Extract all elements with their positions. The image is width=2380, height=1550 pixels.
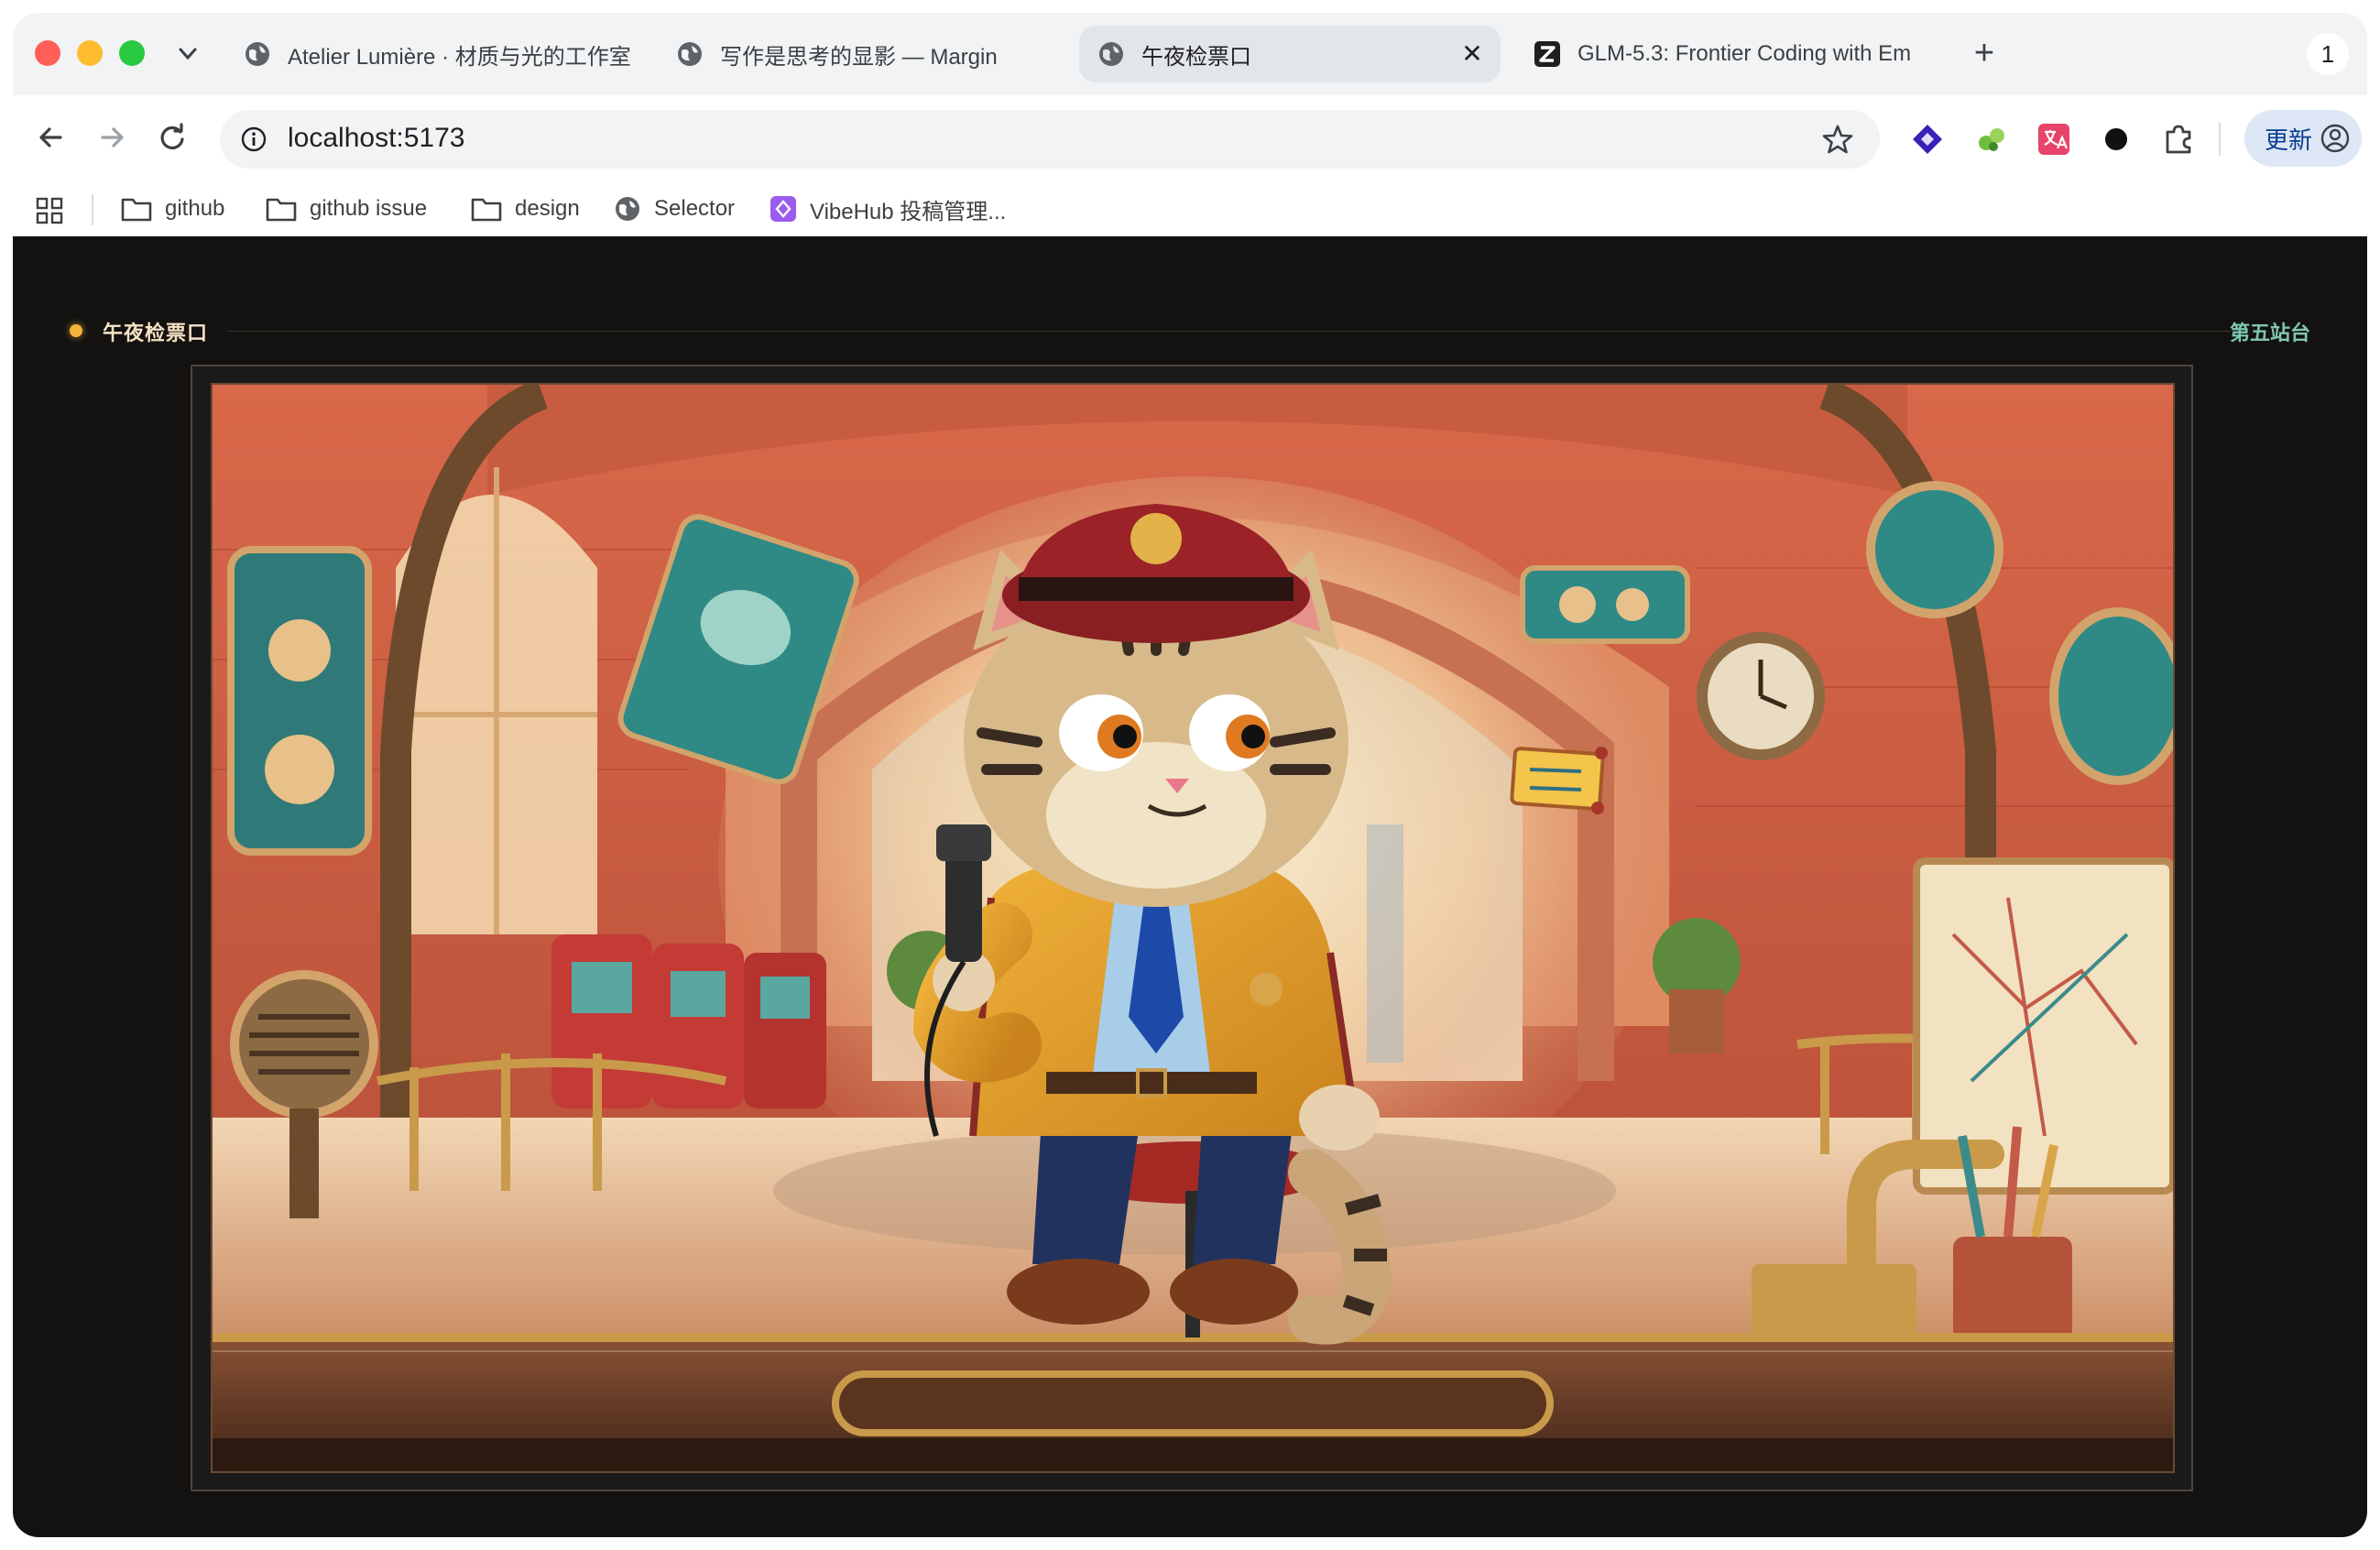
page-viewport: 午夜检票口 第五站台 xyxy=(13,236,2367,1537)
bookmarks-bar: github github issue design Selector Vibe… xyxy=(13,183,2367,236)
bookmark-design[interactable]: design xyxy=(471,189,580,229)
bookmark-star-icon[interactable] xyxy=(1821,123,1854,156)
page-title: 午夜检票口 xyxy=(103,322,209,344)
back-arrow-icon[interactable] xyxy=(31,117,71,158)
url-text[interactable]: localhost:5173 xyxy=(288,123,464,154)
browser-window: Atelier Lumière · 材质与光的工作室 写作是思考的显影 — Ma… xyxy=(13,13,2367,1537)
toolbar-divider xyxy=(2219,123,2221,156)
z-logo-icon xyxy=(1534,41,1560,67)
reload-icon[interactable] xyxy=(152,117,192,158)
globe-icon xyxy=(616,197,639,221)
scene-frame xyxy=(191,365,2193,1491)
update-label: 更新 xyxy=(2265,126,2313,154)
bookmark-vibehub[interactable]: VibeHub 投稿管理... xyxy=(770,189,1006,229)
tab-title: Atelier Lumière · 材质与光的工作室 xyxy=(288,44,631,70)
tab-title: 写作是思考的显影 — Margin xyxy=(720,44,998,70)
tab-count-badge[interactable]: 1 xyxy=(2307,33,2349,75)
bookmark-label: design xyxy=(515,196,580,221)
header-divider xyxy=(227,331,2232,332)
tab-title: 午夜检票口 xyxy=(1141,44,1251,70)
update-button[interactable]: 更新 xyxy=(2244,110,2362,167)
chevron-down-icon[interactable] xyxy=(174,42,202,66)
vibehub-icon xyxy=(770,196,796,222)
tab-midnight-gate[interactable]: 午夜检票口 ✕ xyxy=(1079,26,1501,82)
tab-title: GLM-5.3: Frontier Coding with Em xyxy=(1578,41,1912,66)
bookmark-label: github issue xyxy=(310,196,428,221)
extensions-puzzle-icon[interactable] xyxy=(2160,121,2197,158)
station-label: 第五站台 xyxy=(2229,322,2310,344)
status-dot-icon xyxy=(70,324,82,337)
globe-icon xyxy=(1099,42,1123,66)
counter-edge-line xyxy=(213,1350,2173,1352)
bookmark-github-issue[interactable]: github issue xyxy=(266,189,427,229)
forward-arrow-icon[interactable] xyxy=(92,117,132,158)
globe-icon xyxy=(246,42,269,66)
translate-extension-icon[interactable] xyxy=(2036,121,2072,158)
tab-glm[interactable]: GLM-5.3: Frontier Coding with Em xyxy=(1515,26,1946,82)
puzzle-green-extension-icon[interactable] xyxy=(1973,121,2010,158)
bookmark-label: Selector xyxy=(654,196,736,221)
maximize-window-button[interactable] xyxy=(119,40,145,66)
ticket-icon xyxy=(1510,747,1608,814)
scene-illustration xyxy=(211,383,2175,1473)
bookmark-github[interactable]: github xyxy=(121,189,224,229)
address-bar[interactable]: localhost:5173 xyxy=(220,110,1880,169)
bookmark-label: VibeHub 投稿管理... xyxy=(810,199,1007,224)
minimize-window-button[interactable] xyxy=(77,40,103,66)
site-info-icon[interactable] xyxy=(240,126,267,153)
profile-avatar-icon xyxy=(2320,124,2350,153)
new-tab-button[interactable]: + xyxy=(1964,35,2004,75)
dark-circle-extension-icon[interactable] xyxy=(2098,121,2134,158)
bookmarks-divider xyxy=(92,194,93,225)
apps-grid-icon[interactable] xyxy=(35,196,64,225)
folder-icon xyxy=(266,198,297,222)
close-window-button[interactable] xyxy=(35,40,60,66)
cat-ticket-inspector-illustration xyxy=(213,385,2173,1471)
tab-bar: Atelier Lumière · 材质与光的工作室 写作是思考的显影 — Ma… xyxy=(13,13,2367,95)
folder-icon xyxy=(471,198,502,222)
tab-margin[interactable]: 写作是思考的显影 — Margin xyxy=(658,26,1070,82)
bookmark-label: github xyxy=(165,196,225,221)
page-header: 午夜检票口 第五站台 xyxy=(70,311,2310,348)
folder-icon xyxy=(121,198,152,222)
diamond-extension-icon[interactable] xyxy=(1909,121,1946,158)
tab-atelier[interactable]: Atelier Lumière · 材质与光的工作室 xyxy=(225,26,643,82)
close-tab-icon[interactable]: ✕ xyxy=(1458,40,1486,68)
browser-toolbar: localhost:5173 更新 xyxy=(13,95,2367,183)
globe-icon xyxy=(678,42,702,66)
bookmark-selector[interactable]: Selector xyxy=(614,189,735,229)
